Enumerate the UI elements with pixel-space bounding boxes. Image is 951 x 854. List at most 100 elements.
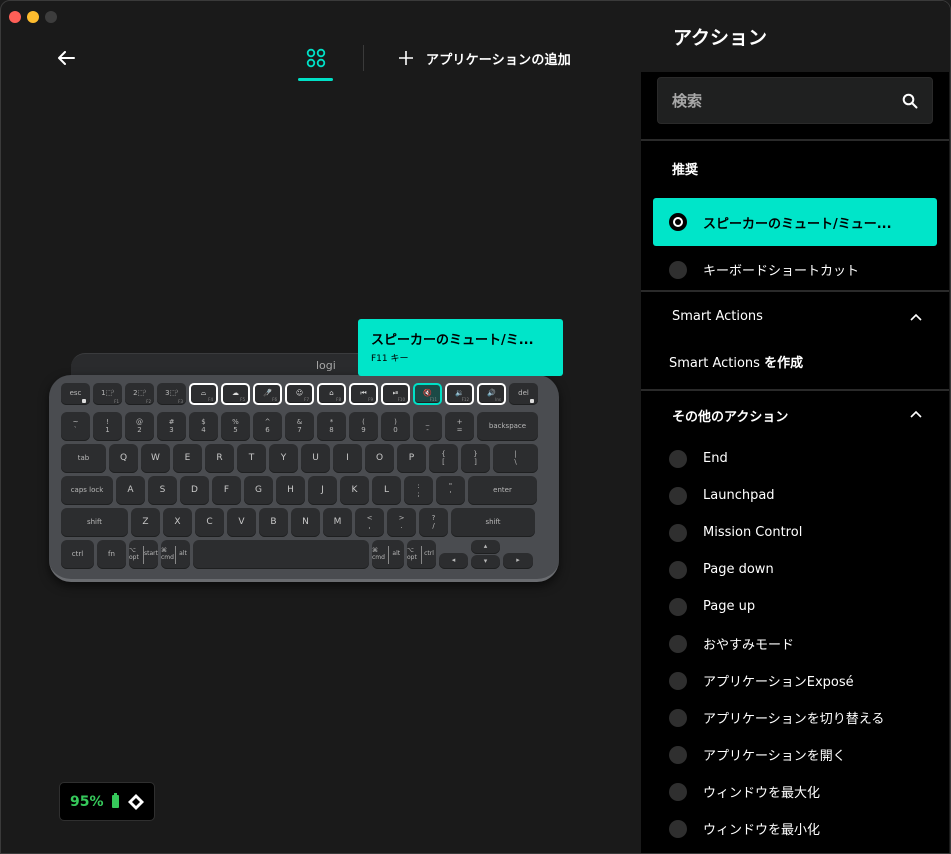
key-c[interactable]: C (195, 508, 224, 537)
action-search-field[interactable] (657, 77, 933, 124)
key-([interactable]: (9 (349, 412, 378, 441)
add-application-button[interactable]: アプリケーションの追加 (398, 47, 571, 69)
action-item[interactable]: Launchpad (653, 477, 937, 514)
key-%[interactable]: % 5 (221, 412, 250, 441)
key-arrow-right[interactable]: ▸ (503, 553, 533, 569)
create-smart-action-link[interactable]: Smart Actions を作成 (669, 352, 803, 371)
key-backspace[interactable]: backspace (477, 412, 538, 441)
tab-all-applications[interactable] (298, 43, 333, 81)
key-tab[interactable]: tab (61, 444, 106, 473)
key-modifier[interactable]: ⌥ opt ctrl (407, 540, 436, 569)
key-#[interactable]: #3 (157, 412, 186, 441)
key-x[interactable]: X (163, 508, 192, 537)
key-modifier[interactable]: ⌥ opt start (129, 540, 158, 569)
key-f9[interactable]: ⏮ F9 (349, 383, 378, 405)
key-ins[interactable]: 🔊 Ins (477, 383, 506, 405)
action-item[interactable]: Mission Control (653, 514, 937, 551)
key-z[interactable]: Z (131, 508, 160, 537)
key-arrow-up[interactable]: ▴ (471, 540, 500, 554)
key-r[interactable]: R (205, 444, 234, 473)
key-f12[interactable]: 🔉 F12 (445, 383, 474, 405)
key-k[interactable]: K (340, 476, 369, 505)
key-arrow-left[interactable]: ◂ (439, 553, 468, 569)
action-item[interactable]: Page down (653, 551, 937, 588)
key-"[interactable]: " ' (436, 476, 465, 505)
key-u[interactable]: U (301, 444, 330, 473)
action-item[interactable]: アプリケーションを開く (653, 736, 937, 773)
key-ctrl[interactable]: ctrl (61, 540, 94, 569)
key->[interactable]: >. (387, 508, 416, 537)
minimize-window-button[interactable] (27, 11, 39, 23)
key-y[interactable]: Y (269, 444, 298, 473)
key-f3[interactable]: 3⬚⁾ F3 (157, 383, 186, 405)
key-}[interactable]: }] (461, 444, 490, 473)
close-window-button[interactable] (9, 11, 21, 23)
key-f11[interactable]: 🔇 F11 (413, 383, 442, 405)
key-?[interactable]: ? / (419, 508, 448, 537)
key-enter[interactable]: enter (468, 476, 537, 505)
key-q[interactable]: Q (109, 444, 138, 473)
key-del[interactable]: del (509, 383, 538, 405)
action-item-keyboard-shortcut[interactable]: キーボードショートカット (653, 251, 937, 288)
key-g[interactable]: G (244, 476, 273, 505)
action-item[interactable]: おやすみモード (653, 625, 937, 662)
key-l[interactable]: L (372, 476, 401, 505)
key-f6[interactable]: 🎤̸ F6 (253, 383, 282, 405)
key-<[interactable]: <, (355, 508, 384, 537)
key-b[interactable]: B (259, 508, 288, 537)
key-w[interactable]: W (141, 444, 170, 473)
action-item[interactable]: Page up (653, 588, 937, 625)
key-shift[interactable]: shift (61, 508, 128, 537)
key-o[interactable]: O (365, 444, 394, 473)
key-space[interactable] (193, 540, 369, 569)
key-*[interactable]: * 8 (317, 412, 346, 441)
back-button[interactable] (53, 45, 79, 71)
key-a[interactable]: A (116, 476, 145, 505)
search-icon[interactable] (902, 93, 918, 109)
key-f7[interactable]: ☺ F7 (285, 383, 314, 405)
key-@[interactable]: @2 (125, 412, 154, 441)
key-{[interactable]: {[ (429, 444, 458, 473)
key-v[interactable]: V (227, 508, 256, 537)
key-![interactable]: ! 1 (93, 412, 122, 441)
action-item-speaker-mute[interactable]: スピーカーのミュート/ミュー... (653, 198, 937, 246)
key-esc[interactable]: esc (61, 383, 90, 405)
key-:[interactable]: :; (404, 476, 433, 505)
chevron-up-icon[interactable] (909, 407, 923, 421)
zoom-window-button[interactable] (45, 11, 57, 23)
key-m[interactable]: M (323, 508, 352, 537)
key-f8[interactable]: ⌂ F8 (317, 383, 346, 405)
key-e[interactable]: E (173, 444, 202, 473)
key-modifier[interactable]: ⌘ cmd alt (372, 540, 404, 569)
key-~[interactable]: ~ ` (61, 412, 90, 441)
key-f5[interactable]: ☁ F5 (221, 383, 250, 405)
key-f[interactable]: F (212, 476, 241, 505)
action-search-input[interactable] (672, 91, 902, 110)
key-f1[interactable]: 1⬚⁾ F1 (93, 383, 122, 405)
key-j[interactable]: J (308, 476, 337, 505)
key-i[interactable]: I (333, 444, 362, 473)
key-s[interactable]: S (148, 476, 177, 505)
key-^[interactable]: ^ 6 (253, 412, 282, 441)
action-item[interactable]: アプリケーションを切り替える (653, 699, 937, 736)
key-n[interactable]: N (291, 508, 320, 537)
key-)[interactable]: ) 0 (381, 412, 410, 441)
key-f4[interactable]: ⌓ F4 (189, 383, 218, 405)
key-$[interactable]: $4 (189, 412, 218, 441)
key-fn[interactable]: fn (97, 540, 126, 569)
key-+[interactable]: + = (445, 412, 474, 441)
key-h[interactable]: H (276, 476, 305, 505)
key-p[interactable]: P (397, 444, 426, 473)
action-item[interactable]: ウィンドウを最大化 (653, 773, 937, 810)
action-item[interactable]: アプリケーションExposé (653, 662, 937, 699)
key-_[interactable]: _ - (413, 412, 442, 441)
key-|[interactable]: | \ (493, 444, 538, 473)
key-shift[interactable]: shift (451, 508, 535, 537)
key-&[interactable]: & 7 (285, 412, 314, 441)
action-item[interactable]: ウィンドウを最小化 (653, 810, 937, 847)
chevron-up-icon[interactable] (909, 310, 923, 324)
key-d[interactable]: D (180, 476, 209, 505)
key-arrow-down[interactable]: ▾ (471, 555, 500, 569)
key-f2[interactable]: 2⬚⁾ F2 (125, 383, 154, 405)
key-f10[interactable]: ⏯ F10 (381, 383, 410, 405)
